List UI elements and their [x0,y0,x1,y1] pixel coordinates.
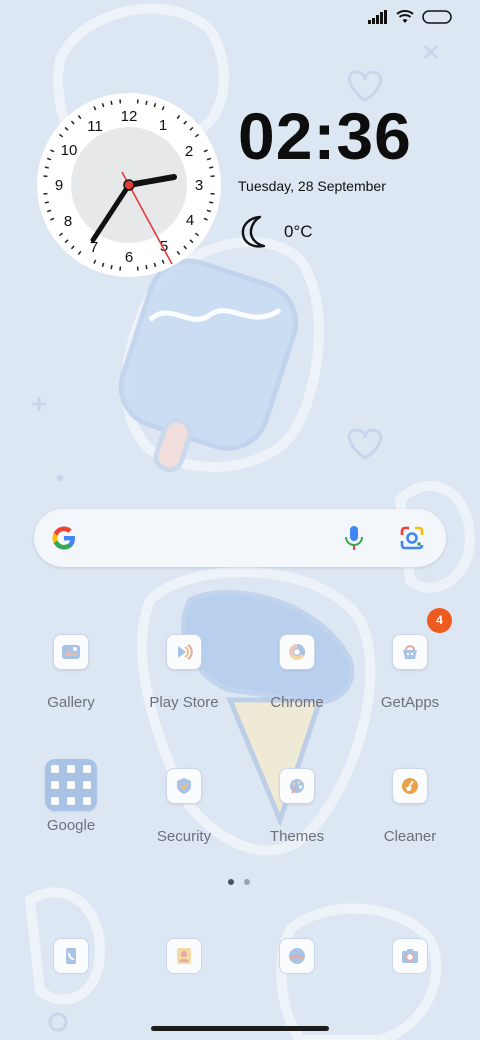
page-indicator[interactable] [228,879,250,885]
app-google-folder[interactable]: Google [16,759,126,834]
clock-tick [145,265,148,270]
gallery-icon [53,634,89,670]
app-label: Cleaner [383,828,437,845]
chrome-icon [279,634,315,670]
clock-tick [145,100,148,105]
app-getapps[interactable]: GetApps [355,634,465,711]
clock-tick [209,166,214,169]
signal-icon [368,10,387,24]
dock-contacts[interactable] [166,938,202,974]
app-label: Google [46,817,96,834]
weather-widget[interactable]: 0°C [240,214,313,250]
clock-number: 8 [64,213,72,230]
clock-center [123,179,135,191]
app-chrome[interactable]: Chrome [242,634,352,711]
clock-number: 6 [125,249,133,266]
app-security[interactable]: Security [129,768,239,845]
google-logo-icon[interactable] [50,524,78,552]
contacts-icon [177,948,191,964]
clock-number: 11 [87,118,103,135]
clock-number: 10 [61,142,78,159]
clock-number: 3 [195,177,203,194]
page-dot [244,879,250,885]
analog-clock-widget[interactable]: 12 1 2 3 4 5 6 7 8 9 10 11 [36,92,222,278]
clock-tick [110,265,113,270]
clock-tick [209,201,214,204]
dock-phone[interactable] [53,938,89,974]
clock-number: 9 [55,177,63,194]
temperature-label: 0°C [284,222,313,241]
page-dot-active [228,879,234,885]
app-label: Chrome [270,694,324,711]
browser-icon [289,948,305,964]
security-icon [166,768,202,804]
microphone-icon[interactable] [343,524,365,552]
moon-icon [241,215,266,248]
app-label: Security [156,828,212,845]
clock-tick [44,166,49,169]
digital-time: 02:36 [238,99,412,173]
app-label: GetApps [380,694,440,711]
wifi-icon [396,10,414,23]
google-lens-icon[interactable] [398,524,426,552]
status-bar [368,10,452,24]
dock-browser[interactable] [279,938,315,974]
app-gallery[interactable]: Gallery [16,634,126,711]
app-themes[interactable]: Themes [242,768,352,845]
phone-icon [66,948,76,964]
digital-clock-widget[interactable]: 02:36 Tuesday, 28 September [238,100,412,194]
camera-icon [402,949,418,963]
clock-number: 12 [121,108,138,125]
app-label: Play Store [149,694,219,711]
app-label: Themes [269,828,325,845]
app-play-store[interactable]: Play Store [129,634,239,711]
clock-tick [44,201,49,204]
getapps-icon [392,634,428,670]
date-label: Tuesday, 28 September [238,178,386,194]
themes-icon [279,768,315,804]
notification-badge: 4 [427,608,452,633]
battery-icon [422,10,452,24]
clock-number: 1 [159,117,167,134]
clock-tick [110,100,113,105]
app-cleaner[interactable]: Cleaner [355,768,465,845]
clock-number: 2 [185,143,193,160]
clock-number: 4 [186,212,194,229]
cleaner-icon [392,768,428,804]
home-gesture-bar[interactable] [151,1026,329,1031]
clock-number: 5 [160,238,168,255]
play-store-icon [166,634,202,670]
app-label: Gallery [47,694,95,711]
google-search-bar[interactable] [34,509,446,567]
google-folder-icon [45,759,97,811]
dock-camera[interactable] [392,938,428,974]
